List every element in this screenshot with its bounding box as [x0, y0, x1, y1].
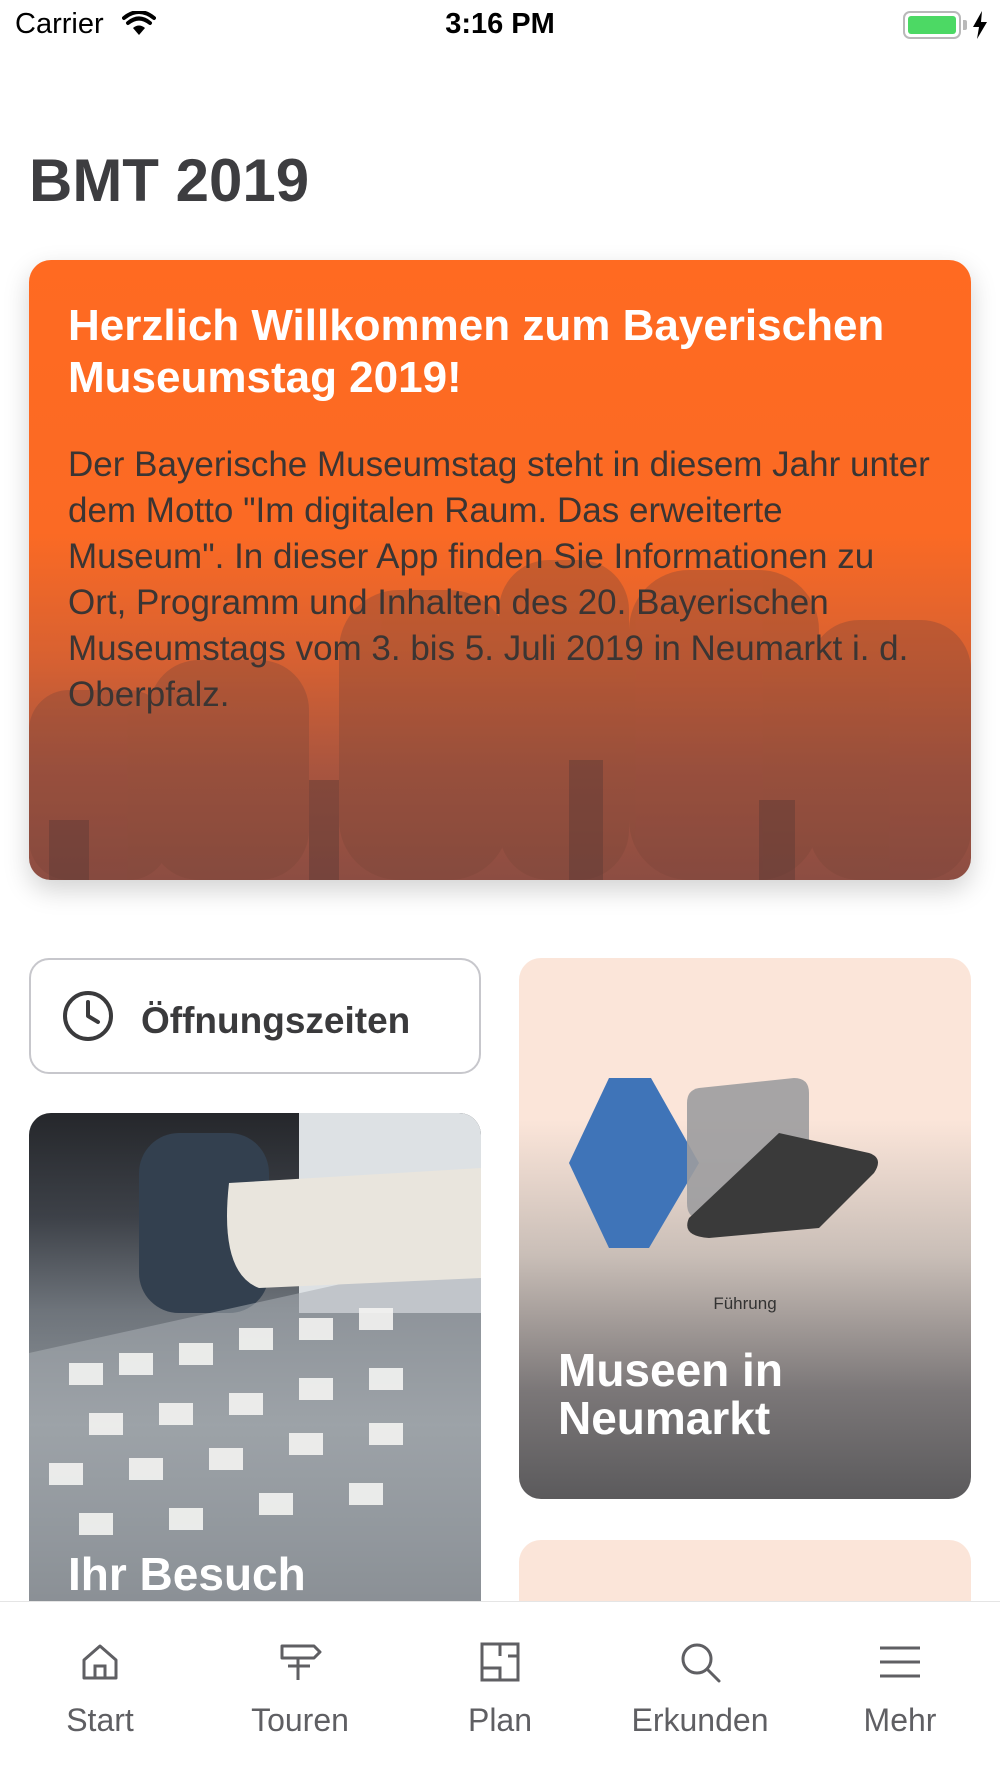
welcome-heading: Herzlich Willkommen zum Bayerischen Muse…: [68, 301, 885, 402]
welcome-body-text: Der Bayerische Museumstag steht in diese…: [68, 445, 930, 714]
museums-card[interactable]: Führung Museen in Neumarkt: [519, 958, 971, 1499]
tab-mehr[interactable]: Mehr: [800, 1602, 1000, 1778]
tab-label: Plan: [467, 1702, 533, 1738]
search-icon: [681, 1643, 721, 1683]
fuehrung-caption: Führung: [713, 1294, 777, 1313]
page-title: BMT 2019: [29, 147, 310, 214]
museums-card-title: Museen in Neumarkt: [558, 1344, 783, 1444]
map-icon: [480, 1642, 520, 1682]
tab-start[interactable]: Start: [0, 1602, 200, 1778]
tab-plan[interactable]: Plan: [400, 1602, 600, 1778]
opening-hours-button[interactable]: Öffnungszeiten: [29, 958, 481, 1074]
tab-touren[interactable]: Touren: [200, 1602, 400, 1778]
visit-card-title: Ihr Besuch: [68, 1548, 306, 1600]
status-time: 3:16 PM: [445, 8, 555, 40]
tab-erkunden[interactable]: Erkunden: [600, 1602, 800, 1778]
tab-label: Erkunden: [631, 1702, 769, 1738]
tab-label: Touren: [251, 1702, 349, 1738]
home-icon: [82, 1644, 118, 1680]
battery-icon: [903, 11, 961, 39]
status-bar: Carrier 3:16 PM: [0, 0, 1000, 52]
opening-hours-label: Öffnungszeiten: [141, 1000, 411, 1041]
tab-label: Mehr: [863, 1702, 937, 1738]
clock-icon: [63, 991, 113, 1041]
fuehrung-logo: [569, 1078, 878, 1248]
visit-card[interactable]: Ihr Besuch: [29, 1113, 481, 1633]
welcome-card[interactable]: Herzlich Willkommen zum Bayerischen Muse…: [29, 260, 971, 880]
tab-label: Start: [66, 1702, 134, 1738]
menu-icon: [880, 1646, 920, 1678]
charging-icon: [973, 11, 987, 39]
tab-bar: Start Touren Plan Erkunden Mehr: [0, 1601, 1000, 1778]
battery-cap: [963, 20, 967, 30]
signpost-icon: [280, 1644, 322, 1680]
